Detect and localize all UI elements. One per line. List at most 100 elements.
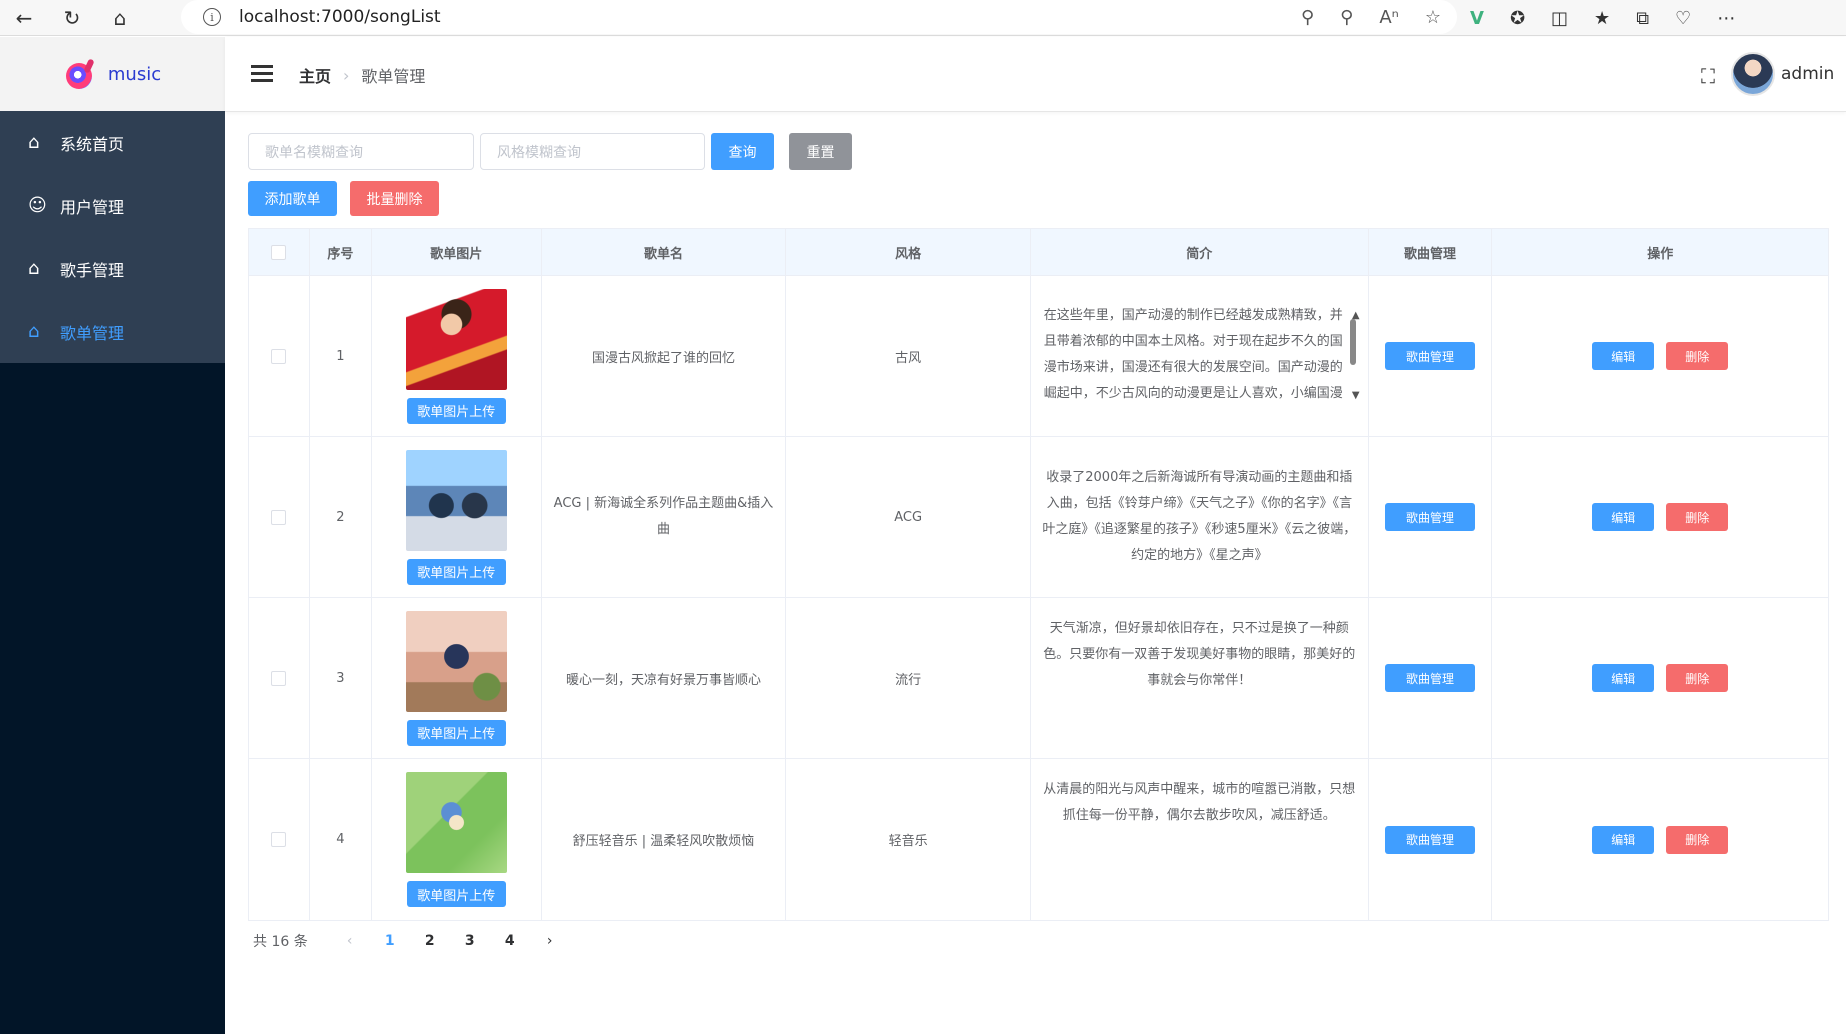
upload-cover-button[interactable]: 歌单图片上传 <box>406 719 506 746</box>
user-icon: ☺ <box>28 195 47 216</box>
song-manage-cell: 歌曲管理 <box>1369 276 1493 436</box>
sidebar-item-home[interactable]: ⌂ 系统首页 <box>0 111 225 174</box>
select-all-checkbox[interactable] <box>271 244 287 260</box>
edit-button[interactable]: 编辑 <box>1592 825 1655 854</box>
fullscreen-icon[interactable]: ⛶ <box>1701 64 1715 88</box>
songlist-name: ACG | 新海诚全系列作品主题曲&插入曲 <box>542 437 787 597</box>
songlist-name: 舒压轻音乐 | 温柔轻风吹散烦恼 <box>542 759 787 920</box>
style-search-input[interactable]: 风格模糊查询 <box>480 133 705 170</box>
sidebar: music ⌂ 系统首页 ☺ 用户管理 ⌂ 歌手管理 ⌂ 歌单管理 <box>0 37 225 1034</box>
page-2[interactable]: 2 <box>410 933 450 949</box>
songlist-name: 国漫古风掀起了谁的回忆 <box>542 276 787 436</box>
song-manage-button[interactable]: 歌曲管理 <box>1385 342 1475 370</box>
page-3[interactable]: 3 <box>450 933 490 949</box>
sidebar-item-users[interactable]: ☺ 用户管理 <box>0 174 225 237</box>
delete-button[interactable]: 删除 <box>1666 503 1729 531</box>
cover-cell: 歌单图片上传 <box>372 759 542 920</box>
songlist-intro-scroll[interactable]: 在这些年里，国产动漫的制作已经越发成熟精致，并且带着浓郁的中国本土风格。对于现在… <box>1031 303 1368 409</box>
songlist-intro: 收录了2000年之后新海诚所有导演动画的主题曲和插入曲，包括《铃芽户缔》《天气之… <box>1031 437 1369 597</box>
info-icon[interactable]: i <box>203 8 221 26</box>
upload-cover-button[interactable]: 歌单图片上传 <box>406 397 506 424</box>
search-row: 歌单名模糊查询 风格模糊查询 查询 重置 <box>248 133 852 170</box>
performance-icon[interactable]: ♡ <box>1675 8 1691 29</box>
username[interactable]: admin <box>1781 64 1834 84</box>
row-select-cell <box>249 598 310 758</box>
delete-button[interactable]: 删除 <box>1666 342 1729 370</box>
breadcrumb-home[interactable]: 主页 <box>299 63 331 87</box>
edit-button[interactable]: 编辑 <box>1592 503 1655 531</box>
scrollbar-thumb[interactable] <box>1349 319 1356 365</box>
songlist-style: ACG <box>786 437 1032 597</box>
row-index: 3 <box>310 598 372 758</box>
column-header: 歌单图片 <box>372 229 542 275</box>
url-text: localhost:7000/songList <box>239 7 441 27</box>
favorites-icon[interactable]: ★ <box>1594 8 1610 29</box>
songlist-intro: 天气渐凉，但好景却依旧存在，只不过是换了一种颜色。只要你有一双善于发现美好事物的… <box>1031 598 1369 758</box>
home-icon: ⌂ <box>28 132 40 153</box>
address-bar[interactable]: i localhost:7000/songList ⚲ ⚲ Aⁿ ☆ <box>181 0 1457 34</box>
upload-cover-button[interactable]: 歌单图片上传 <box>406 881 506 907</box>
sidebar-item-songlists[interactable]: ⌂ 歌单管理 <box>0 300 225 363</box>
extensions-icon[interactable]: ✪ <box>1510 8 1525 29</box>
songlist-intro: 从清晨的阳光与风声中醒来，城市的喧嚣已消散，只想抓住每一份平静，偶尔去散步吹风，… <box>1031 759 1369 920</box>
page-1[interactable]: 1 <box>370 933 410 949</box>
menu-toggle-icon[interactable] <box>251 65 273 83</box>
song-manage-button[interactable]: 歌曲管理 <box>1385 503 1476 531</box>
cover-cell: 歌单图片上传 <box>372 598 542 758</box>
intro-cell: 在这些年里，国产动漫的制作已经越发成熟精致，并且带着浓郁的中国本土风格。对于现在… <box>1031 276 1369 436</box>
collections-icon[interactable]: ⧉ <box>1636 8 1649 29</box>
key-icon[interactable]: ⚲ <box>1301 7 1314 28</box>
songlist-table: 序号 歌单图片 歌单名 风格 简介 歌曲管理 操作 1 歌单图片上传 国漫古风掀… <box>248 228 1829 921</box>
next-page-icon[interactable]: › <box>530 933 570 949</box>
scroll-down-icon[interactable]: ▼ <box>1352 383 1360 409</box>
split-screen-icon[interactable]: ◫ <box>1551 8 1568 29</box>
song-manage-button[interactable]: 歌曲管理 <box>1385 825 1476 854</box>
favorite-star-icon[interactable]: ☆ <box>1425 7 1441 28</box>
operations-cell: 编辑 删除 <box>1492 437 1828 597</box>
operations-cell: 编辑 删除 <box>1492 276 1828 436</box>
row-checkbox[interactable] <box>271 348 287 364</box>
column-header: 歌单名 <box>542 229 787 275</box>
row-select-cell <box>249 276 310 436</box>
breadcrumb-current: 歌单管理 <box>361 67 426 86</box>
vue-extension-icon[interactable]: V <box>1470 8 1484 29</box>
column-header: 操作 <box>1647 246 1674 262</box>
page-4[interactable]: 4 <box>490 933 530 949</box>
total-count: 共 16 条 <box>253 934 308 950</box>
zoom-out-icon[interactable]: ⚲ <box>1340 7 1353 28</box>
home-icon[interactable]: ⌂ <box>96 0 144 36</box>
query-button[interactable]: 查询 <box>711 133 774 170</box>
operations-cell: 编辑 删除 <box>1492 598 1828 758</box>
more-icon[interactable]: ⋯ <box>1717 8 1735 29</box>
delete-button[interactable]: 删除 <box>1666 664 1729 692</box>
avatar[interactable] <box>1731 52 1775 96</box>
songlist-style: 流行 <box>786 598 1031 758</box>
upload-cover-button[interactable]: 歌单图片上传 <box>406 558 506 585</box>
back-icon[interactable]: ← <box>0 0 48 36</box>
refresh-icon[interactable]: ↻ <box>48 0 96 36</box>
song-manage-button[interactable]: 歌曲管理 <box>1385 664 1476 692</box>
read-aloud-icon[interactable]: Aⁿ <box>1379 7 1399 28</box>
songlist-cover-image <box>405 772 507 873</box>
row-index: 4 <box>310 759 372 920</box>
edit-button[interactable]: 编辑 <box>1592 342 1655 370</box>
songlist-name-search-input[interactable]: 歌单名模糊查询 <box>248 133 474 170</box>
batch-delete-button[interactable]: 批量删除 <box>350 181 439 216</box>
row-checkbox[interactable] <box>271 670 287 686</box>
sidebar-item-label: 用户管理 <box>60 197 125 217</box>
sidebar-item-label: 系统首页 <box>60 134 125 154</box>
row-checkbox[interactable] <box>271 509 287 525</box>
reset-button[interactable]: 重置 <box>789 133 852 170</box>
add-songlist-button[interactable]: 添加歌单 <box>248 181 337 216</box>
delete-button[interactable]: 删除 <box>1666 825 1729 854</box>
edit-button[interactable]: 编辑 <box>1592 664 1655 692</box>
logo[interactable]: music <box>0 37 225 111</box>
row-checkbox[interactable] <box>271 832 287 847</box>
pagination: 共 16 条 ‹ 1 2 3 4 › <box>253 931 570 951</box>
cover-cell: 歌单图片上传 <box>372 437 542 597</box>
breadcrumb-separator-icon: › <box>343 65 350 85</box>
sidebar-item-singers[interactable]: ⌂ 歌手管理 <box>0 237 225 300</box>
prev-page-icon[interactable]: ‹ <box>330 933 370 949</box>
songlist-style: 古风 <box>786 276 1031 436</box>
song-manage-cell: 歌曲管理 <box>1369 437 1493 597</box>
